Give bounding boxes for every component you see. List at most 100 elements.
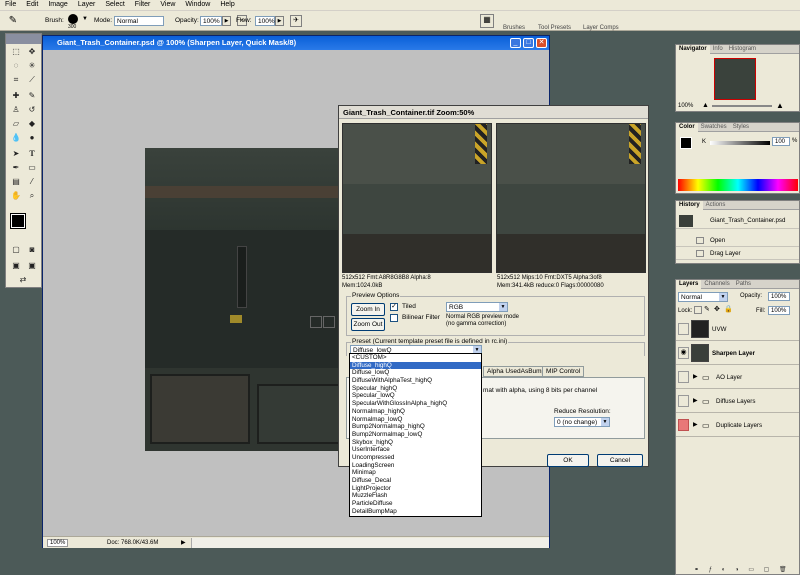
magic-wand-icon[interactable]: ✳ <box>25 60 39 72</box>
expand-triangle-icon[interactable]: ▶ <box>693 366 698 389</box>
airbrush-toggle-icon[interactable]: ✈ <box>290 15 302 27</box>
tab-history[interactable]: History <box>676 201 703 210</box>
layer-mask-icon[interactable]: ◐ <box>722 567 726 573</box>
new-layer-icon[interactable]: ▢ <box>764 567 770 573</box>
expand-triangle-icon[interactable]: ▶ <box>693 390 698 413</box>
adjustment-layer-icon[interactable]: ◑ <box>735 567 739 573</box>
preset-option[interactable]: Diffuse_highQ <box>350 361 481 370</box>
brush-tool-icon[interactable]: ✎ <box>4 14 22 28</box>
reduce-resolution-select[interactable]: 0 (no change) ▼ <box>554 417 610 427</box>
menu-edit[interactable]: Edit <box>21 0 43 8</box>
maximize-button[interactable]: □ <box>523 38 534 48</box>
notes-icon[interactable]: ▤ <box>9 176 23 188</box>
eyedropper-icon[interactable]: ⁄ <box>25 176 39 188</box>
preset-option[interactable]: Bump2Normalmap_lowQ <box>350 431 481 439</box>
fullscreen-mode-icon[interactable]: ▣ <box>25 260 39 272</box>
lock-paint-icon[interactable]: ✎ <box>704 305 710 313</box>
eye-icon[interactable]: ◉ <box>678 347 689 359</box>
preset-option[interactable]: Bump2Normalmap_highQ <box>350 423 481 431</box>
color-foreground-swatch[interactable] <box>680 137 692 149</box>
k-value[interactable]: 100 <box>772 137 790 146</box>
tab-paths[interactable]: Paths <box>733 280 754 289</box>
preset-option[interactable]: Normalmap_lowQ <box>350 416 481 424</box>
clone-stamp-icon[interactable]: ♙ <box>9 104 23 116</box>
foreground-color-swatch[interactable] <box>10 213 26 229</box>
preset-option[interactable]: DetailBumpMap <box>350 508 481 516</box>
well-tab-tool-presets[interactable]: Tool Presets <box>538 25 571 31</box>
preset-option[interactable]: Specular_lowQ <box>350 392 481 400</box>
preset-option[interactable]: Normalmap_highQ <box>350 408 481 416</box>
zoom-in-button[interactable]: Zoom In <box>351 303 385 316</box>
jump-to-imageready-icon[interactable]: ⇄ <box>16 274 30 286</box>
layer-opacity-input[interactable]: 100% <box>768 292 790 301</box>
opacity-input[interactable]: 100% <box>200 16 222 26</box>
original-preview[interactable] <box>342 123 492 273</box>
trash-icon[interactable]: 🗑 <box>779 567 787 573</box>
k-slider[interactable] <box>710 141 770 145</box>
preset-option[interactable]: MuzzleFlash <box>350 492 481 500</box>
marquee-icon[interactable]: ⬚ <box>9 46 23 58</box>
file-browser-icon[interactable]: ▦ <box>480 14 494 28</box>
tab-swatches[interactable]: Swatches <box>698 123 730 132</box>
menu-layer[interactable]: Layer <box>73 0 101 8</box>
shape-icon[interactable]: ▭ <box>25 162 39 174</box>
preset-option[interactable]: ParticleDiffuse <box>350 500 481 508</box>
crop-icon[interactable]: ⌗ <box>9 74 23 86</box>
visibility-toggle[interactable] <box>678 371 689 383</box>
blend-mode-select[interactable]: Normal ▼ <box>678 292 728 302</box>
tab-channels[interactable]: Channels <box>701 280 732 289</box>
fill-input[interactable]: 100% <box>768 306 790 315</box>
menu-view[interactable]: View <box>155 0 180 8</box>
link-icon[interactable]: ⚭ <box>694 567 699 573</box>
channel-select[interactable]: RGB ▼ <box>446 302 508 312</box>
visibility-toggle[interactable] <box>678 419 689 431</box>
zoom-out-icon[interactable]: ▲ <box>702 102 709 109</box>
flow-input[interactable]: 100% <box>255 16 275 26</box>
tab-info[interactable]: Info <box>710 45 726 54</box>
move-icon[interactable]: ✥ <box>25 46 39 58</box>
preset-option[interactable]: Uncompressed <box>350 454 481 462</box>
ok-button[interactable]: OK <box>547 454 589 467</box>
visibility-toggle[interactable] <box>678 395 689 407</box>
dodge-icon[interactable]: ● <box>25 132 39 144</box>
tiled-checkbox[interactable]: ✓ <box>390 303 398 311</box>
preset-option[interactable]: Skybox_highQ <box>350 439 481 447</box>
tab-alpha-usedasbump[interactable]: Alpha UsedAsBump <box>483 366 550 377</box>
brush-icon[interactable]: ✎ <box>25 90 39 102</box>
eraser-icon[interactable]: ▱ <box>9 118 23 130</box>
close-button[interactable]: ✕ <box>536 38 547 48</box>
new-group-icon[interactable]: ▭ <box>748 567 754 573</box>
zoom-out-button[interactable]: Zoom Out <box>351 318 385 331</box>
history-item[interactable]: Drag Layer <box>676 247 799 260</box>
bilinear-checkbox[interactable] <box>390 314 398 322</box>
path-selection-icon[interactable]: ➤ <box>9 148 23 160</box>
tab-styles[interactable]: Styles <box>730 123 752 132</box>
preset-option[interactable]: Diffuse_lowQ <box>350 369 481 377</box>
standard-mode-icon[interactable]: ▢ <box>9 244 23 256</box>
expand-triangle-icon[interactable]: ▶ <box>693 414 698 437</box>
menu-window[interactable]: Window <box>180 0 215 8</box>
menu-select[interactable]: Select <box>100 0 129 8</box>
navigator-zoom[interactable]: 100% <box>678 103 693 109</box>
navigator-zoom-slider[interactable] <box>712 105 772 107</box>
preset-option[interactable]: LightProjector <box>350 485 481 493</box>
lock-move-icon[interactable]: ✥ <box>714 305 720 313</box>
blur-icon[interactable]: 💧 <box>9 132 23 144</box>
mode-select[interactable]: Normal <box>114 16 164 26</box>
preset-option[interactable]: UserInterface <box>350 446 481 454</box>
layer-group-row[interactable]: ▶ ▭ Duplicate Layers <box>676 414 799 437</box>
screen-mode-icon[interactable]: ▣ <box>9 260 23 272</box>
horizontal-scrollbar[interactable] <box>191 538 549 548</box>
cancel-button[interactable]: Cancel <box>597 454 643 467</box>
menu-filter[interactable]: Filter <box>130 0 156 8</box>
layer-style-icon[interactable]: ƒ <box>709 567 712 573</box>
color-spectrum[interactable] <box>678 179 798 191</box>
quick-mask-icon[interactable]: ◙ <box>25 244 39 256</box>
type-icon[interactable]: T <box>25 148 39 160</box>
zoom-in-icon[interactable]: ▲ <box>776 101 784 110</box>
compressed-preview[interactable] <box>496 123 646 273</box>
preset-option[interactable]: Diffuse_Decal <box>350 477 481 485</box>
hand-icon[interactable]: ✋ <box>9 190 23 202</box>
lock-transparency-icon[interactable] <box>694 306 702 314</box>
lock-all-icon[interactable]: 🔒 <box>724 305 733 313</box>
